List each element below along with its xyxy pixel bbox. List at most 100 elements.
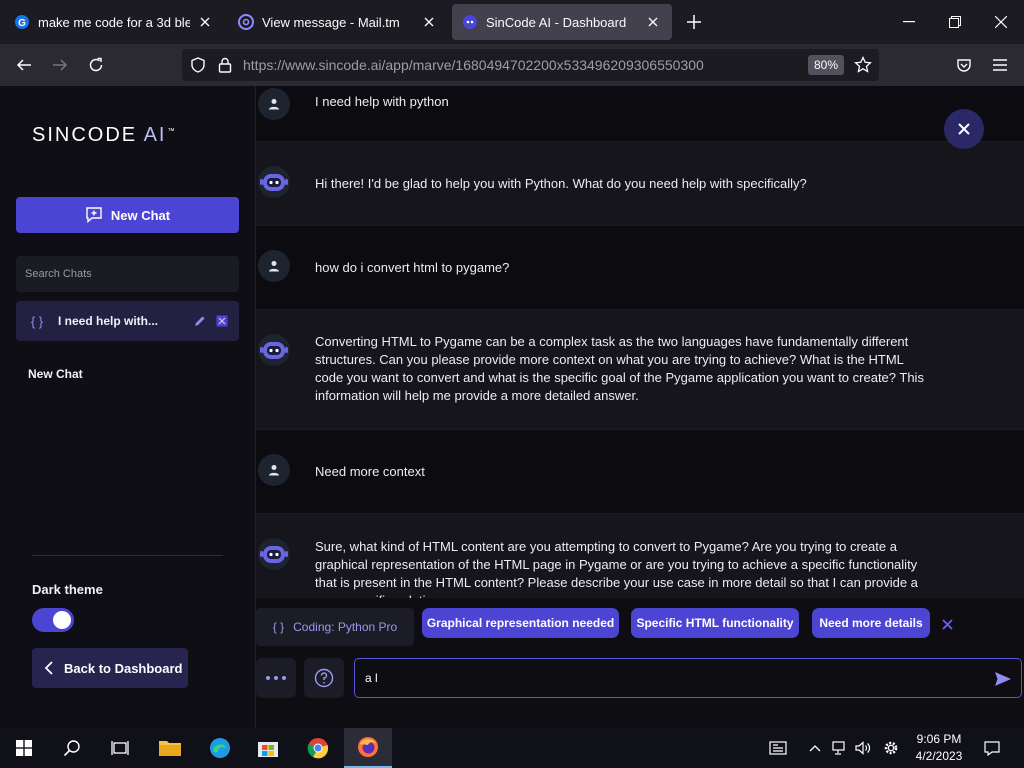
network-icon[interactable] (828, 728, 852, 768)
sidebar-chat-item[interactable]: { } I need help with... (16, 301, 239, 341)
tab-close-icon[interactable] (644, 13, 662, 31)
bot-avatar-icon (258, 538, 290, 570)
ellipsis-icon (266, 676, 286, 680)
dismiss-suggestions-icon[interactable] (938, 615, 956, 633)
svg-text:G: G (18, 18, 26, 29)
delete-icon[interactable] (211, 310, 233, 332)
clock-date: 4/2/2023 (915, 749, 963, 763)
minimize-icon[interactable] (886, 0, 932, 44)
chat-message: I need help with python (256, 86, 1024, 142)
help-question-icon (314, 668, 334, 688)
news-widget-icon[interactable] (766, 728, 790, 768)
chevron-up-icon[interactable] (803, 728, 827, 768)
browser-tab-3[interactable]: SinCode AI - Dashboard (452, 4, 672, 40)
back-arrow-icon[interactable] (10, 51, 38, 79)
bot-avatar-icon (258, 334, 290, 366)
sidebar-chat-item-new[interactable]: New Chat (28, 367, 83, 381)
message-text: Hi there! I'd be glad to help you with P… (315, 176, 807, 191)
google-g-icon: G (15, 15, 29, 29)
pocket-icon[interactable] (950, 51, 978, 79)
toggle-knob (53, 611, 71, 629)
close-chat-button[interactable] (944, 109, 984, 149)
taskbar-clock[interactable]: 9:06 PM 4/2/2023 (906, 731, 972, 765)
firefox-icon[interactable] (344, 728, 392, 768)
bookmark-star-icon[interactable] (854, 56, 872, 74)
mode-selector-chip[interactable]: { } Coding: Python Pro (256, 608, 414, 646)
browser-tab-1[interactable]: G make me code for a 3d blender (4, 4, 224, 40)
edge-browser-icon[interactable] (196, 728, 244, 768)
chat-thread: I need help with python Hi there! I'd be… (256, 86, 1024, 598)
clock-time: 9:06 PM (916, 732, 962, 746)
user-avatar-icon (258, 454, 290, 486)
suggestion-pill[interactable]: Specific HTML functionality (631, 608, 799, 638)
sidebar: SINCODE AI™ New Chat { } I need help wit… (0, 86, 256, 728)
browser-tab-2[interactable]: View message - Mail.tm (228, 4, 448, 40)
new-chat-label: New Chat (110, 207, 171, 223)
microsoft-store-icon[interactable] (244, 728, 292, 768)
taskbar-search-icon[interactable] (48, 728, 96, 768)
task-view-icon[interactable] (96, 728, 144, 768)
tab-close-icon[interactable] (196, 13, 214, 31)
tab-title: SinCode AI - Dashboard (486, 14, 627, 30)
chat-item-label: I need help with... (58, 314, 159, 328)
bot-avatar-icon (258, 166, 290, 198)
chevron-left-icon (44, 661, 53, 675)
zoom-level-badge[interactable]: 80% (808, 55, 845, 75)
hamburger-menu-icon[interactable] (986, 51, 1014, 79)
restore-icon[interactable] (932, 0, 978, 44)
sidebar-divider (32, 555, 223, 556)
user-avatar-icon (258, 88, 290, 120)
chrome-icon[interactable] (294, 728, 342, 768)
new-tab-plus-icon[interactable] (682, 10, 706, 34)
suggestion-pill[interactable]: Graphical representation needed (422, 608, 619, 638)
sincode-bot-icon (463, 15, 477, 29)
send-icon[interactable] (992, 668, 1014, 690)
address-bar[interactable]: https://www.sincode.ai/app/marve/1680494… (182, 49, 879, 81)
more-options-button[interactable] (256, 658, 296, 698)
mail-at-icon (238, 14, 254, 30)
message-text: how do i convert html to pygame? (315, 260, 510, 275)
tab-title: make me code for a 3d blender (38, 14, 190, 30)
back-label: Back to Dashboard (64, 660, 183, 676)
notifications-icon[interactable] (980, 728, 1004, 768)
back-to-dashboard-button[interactable]: Back to Dashboard (32, 648, 188, 688)
tracking-shield-icon[interactable] (190, 57, 206, 73)
logo-ai-text: AI (143, 124, 167, 146)
forward-arrow-icon[interactable] (46, 51, 74, 79)
code-braces-icon: { } (30, 313, 44, 329)
message-input[interactable] (354, 658, 1022, 698)
message-text: I need help with python (315, 94, 449, 109)
tab-close-icon[interactable] (420, 13, 438, 31)
windows-start-icon[interactable] (0, 728, 48, 768)
user-avatar-icon (258, 250, 290, 282)
sincode-logo[interactable]: SINCODE AI™ (32, 124, 174, 147)
reload-icon[interactable] (82, 51, 110, 79)
lock-icon[interactable] (218, 57, 232, 73)
search-chats-input[interactable] (16, 256, 239, 292)
suggestion-bar: { } Coding: Python Pro Graphical represe… (256, 598, 1024, 654)
file-explorer-icon[interactable] (146, 728, 194, 768)
composer-row (256, 654, 1024, 728)
windows-taskbar: 9:06 PM 4/2/2023 (0, 728, 1024, 768)
url-text: https://www.sincode.ai/app/marve/1680494… (243, 57, 704, 73)
chat-message: how do i convert html to pygame? (256, 226, 1024, 310)
trademark-mark: ™ (167, 128, 175, 136)
help-button[interactable] (304, 658, 344, 698)
tab-title: View message - Mail.tm (262, 14, 400, 30)
chat-message: Hi there! I'd be glad to help you with P… (256, 142, 1024, 226)
suggestion-pill[interactable]: Need more details (812, 608, 930, 638)
message-text: Need more context (315, 464, 425, 479)
new-chat-button[interactable]: New Chat (16, 197, 239, 233)
browser-tab-bar: G make me code for a 3d blender View mes… (0, 0, 1024, 44)
dark-theme-toggle[interactable] (32, 608, 74, 632)
chat-message: Sure, what kind of HTML content are you … (256, 514, 1024, 598)
volume-icon[interactable] (851, 728, 875, 768)
browser-nav-bar: https://www.sincode.ai/app/marve/1680494… (0, 44, 1024, 86)
edit-pencil-icon[interactable] (189, 310, 211, 332)
chat-message: Need more context (256, 430, 1024, 514)
settings-gear-icon[interactable] (879, 728, 903, 768)
code-braces-icon: { } (272, 620, 285, 634)
window-close-icon[interactable] (978, 0, 1024, 44)
message-text: Converting HTML to Pygame can be a compl… (315, 334, 924, 403)
close-icon (958, 123, 970, 135)
